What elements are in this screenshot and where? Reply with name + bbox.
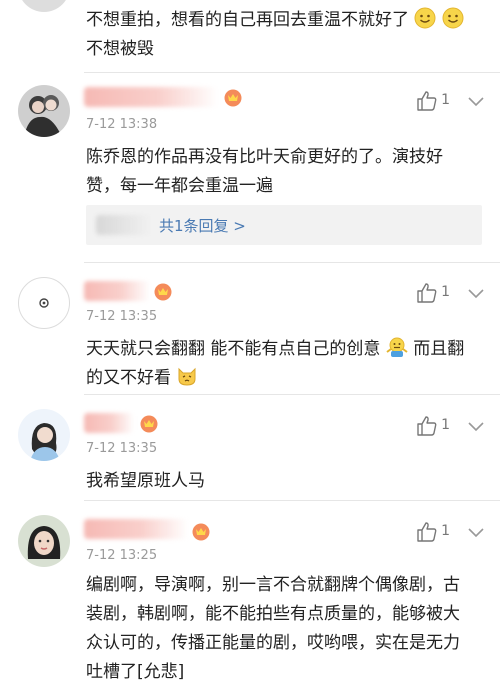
vip-crown-icon bbox=[154, 283, 172, 301]
username-redacted[interactable] bbox=[84, 519, 188, 539]
avatar[interactable] bbox=[18, 409, 70, 461]
comment-item: 7-12 13:38 1 陈乔恩的作品再没有比叶天俞更好的了。演技好 赞，每一年… bbox=[0, 73, 500, 263]
reply-box[interactable]: 共1条回复 > bbox=[86, 205, 482, 245]
comment-text: 我希望原班人马 bbox=[86, 467, 486, 496]
smile-emoji bbox=[442, 7, 464, 29]
comment-text-line: 而且翻 bbox=[413, 339, 465, 359]
shrug-emoji bbox=[386, 337, 408, 357]
thumbs-up-icon[interactable] bbox=[416, 415, 438, 437]
avatar[interactable] bbox=[18, 0, 70, 12]
cat-emoji bbox=[178, 367, 196, 386]
username-redacted[interactable] bbox=[84, 281, 150, 301]
comment-text-line: 吐槽了[允悲] bbox=[86, 662, 185, 682]
smile-emoji bbox=[414, 7, 436, 29]
vip-crown-icon bbox=[192, 523, 210, 541]
comment-text: 陈乔恩的作品再没有比叶天俞更好的了。演技好 赞，每一年都会重温一遍 bbox=[86, 143, 486, 201]
thumbs-up-icon[interactable] bbox=[416, 282, 438, 304]
avatar[interactable] bbox=[18, 85, 70, 137]
chevron-down-icon[interactable] bbox=[466, 95, 486, 109]
comment-item: 7-12 13:35 1 我希望原班人马 bbox=[0, 395, 500, 501]
chevron-down-icon[interactable] bbox=[466, 526, 486, 540]
view-replies-link[interactable]: 共1条回复 > bbox=[159, 215, 246, 236]
like-count: 1 bbox=[441, 523, 450, 539]
comment-time: 7-12 13:25 bbox=[86, 548, 158, 563]
comment-time: 7-12 13:35 bbox=[86, 309, 158, 324]
comment-item: 7-12 13:35 1 天天就只会翻翻 能不能有点自己的创意 而且翻 的又不好… bbox=[0, 263, 500, 395]
vip-crown-icon bbox=[140, 415, 158, 433]
comment-text-line: 天天就只会翻翻 能不能有点自己的创意 bbox=[86, 339, 381, 359]
comment-time: 7-12 13:38 bbox=[86, 117, 158, 132]
like-count: 1 bbox=[441, 92, 450, 108]
comment-item: 7-12 13:25 1 编剧啊，导演啊，别一言不合就翻牌个偶像剧，古 装剧，韩… bbox=[0, 501, 500, 698]
comment-text-line: 赞，每一年都会重温一遍 bbox=[86, 176, 273, 196]
avatar[interactable] bbox=[18, 277, 70, 329]
comment-text: 不想重拍，想看的自己再回去重温不就好了 不想被毁 bbox=[86, 6, 486, 64]
comment-text-line: 我希望原班人马 bbox=[86, 471, 205, 491]
avatar[interactable] bbox=[18, 515, 70, 567]
chevron-down-icon[interactable] bbox=[466, 420, 486, 434]
comment-text: 天天就只会翻翻 能不能有点自己的创意 而且翻 的又不好看 bbox=[86, 335, 486, 393]
comment-text-line: 不想被毁 bbox=[86, 39, 154, 59]
thumbs-up-icon[interactable] bbox=[416, 90, 438, 112]
comment-text-line: 不想重拍，想看的自己再回去重温不就好了 bbox=[86, 10, 409, 30]
chevron-down-icon[interactable] bbox=[466, 287, 486, 301]
comment-text: 编剧啊，导演啊，别一言不合就翻牌个偶像剧，古 装剧，韩剧啊，能不能拍些有点质量的… bbox=[86, 571, 490, 687]
comment-text-line: 装剧，韩剧啊，能不能拍些有点质量的，能够被大 bbox=[86, 604, 460, 624]
vip-crown-icon bbox=[224, 89, 242, 107]
comment-text-line: 的又不好看 bbox=[86, 368, 171, 388]
comment-text-line: 众认可的，传播正能量的剧，哎哟喂，实在是无力 bbox=[86, 633, 460, 653]
comment-item: 不想重拍，想看的自己再回去重温不就好了 不想被毁 bbox=[0, 0, 500, 72]
username-redacted[interactable] bbox=[84, 87, 218, 107]
reply-username-redacted bbox=[96, 215, 152, 235]
like-count: 1 bbox=[441, 284, 450, 300]
comment-text-line: 陈乔恩的作品再没有比叶天俞更好的了。演技好 bbox=[86, 147, 443, 167]
comment-time: 7-12 13:35 bbox=[86, 441, 158, 456]
thumbs-up-icon[interactable] bbox=[416, 521, 438, 543]
comment-text-line: 编剧啊，导演啊，别一言不合就翻牌个偶像剧，古 bbox=[86, 575, 460, 595]
like-count: 1 bbox=[441, 417, 450, 433]
username-redacted[interactable] bbox=[84, 413, 134, 433]
